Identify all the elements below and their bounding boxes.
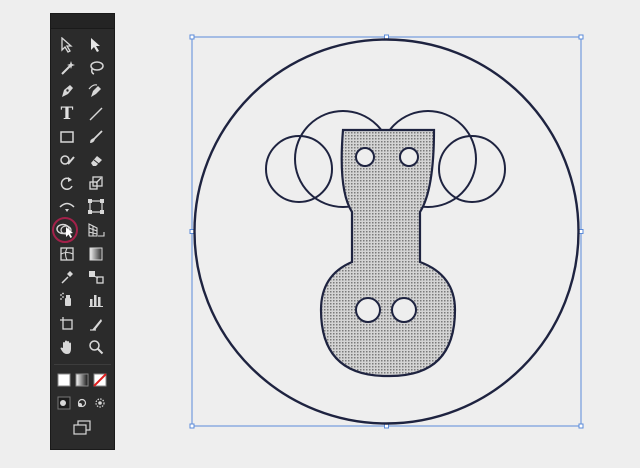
robot-body-shape[interactable] xyxy=(319,128,457,378)
right-nostril-hole[interactable] xyxy=(391,297,417,323)
left-eye-hole[interactable] xyxy=(355,147,375,167)
right-circle-path[interactable] xyxy=(438,135,506,203)
handle-bottom-right[interactable] xyxy=(578,423,584,429)
handle-top-left[interactable] xyxy=(189,34,195,40)
artboard-canvas[interactable] xyxy=(0,0,640,468)
left-nostril-hole[interactable] xyxy=(355,297,381,323)
handle-bottom-left[interactable] xyxy=(189,423,195,429)
handle-top-right[interactable] xyxy=(578,34,584,40)
right-eye-hole[interactable] xyxy=(399,147,419,167)
left-circle-path[interactable] xyxy=(265,135,333,203)
